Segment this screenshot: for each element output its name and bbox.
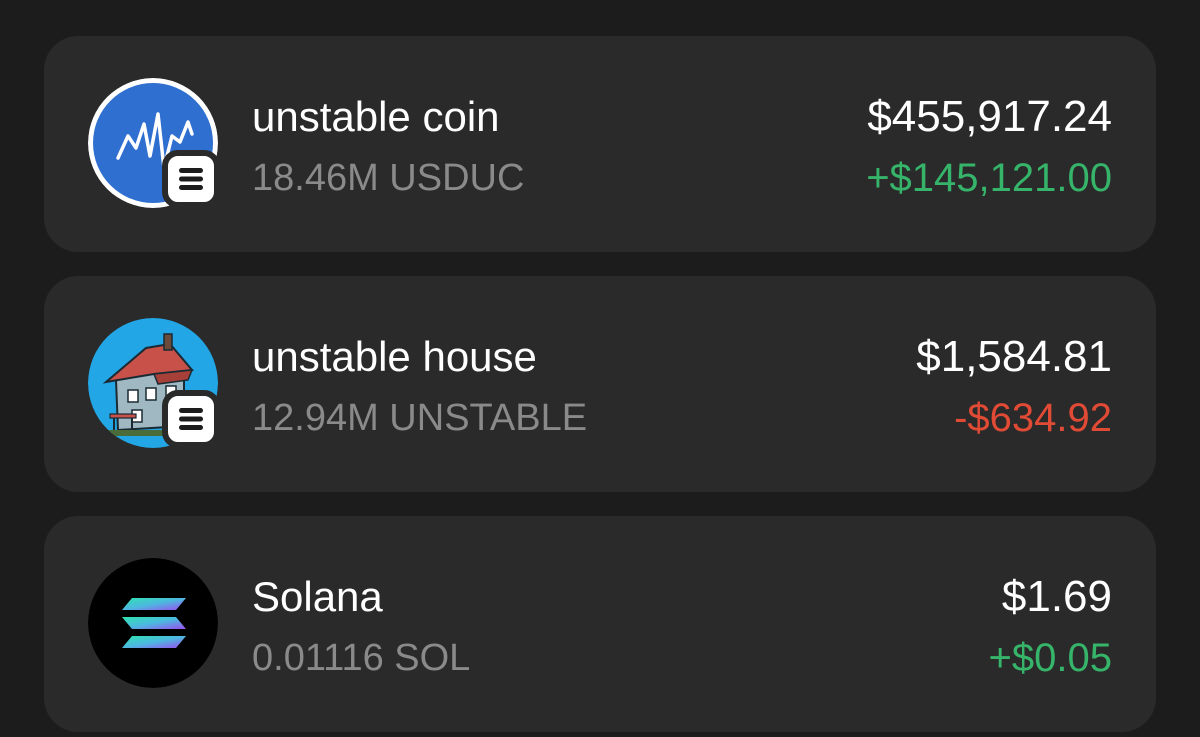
network-badge-icon — [162, 390, 220, 448]
token-balance: 12.94M UNSTABLE — [252, 397, 588, 439]
token-avatar — [88, 318, 220, 448]
token-name: unstable coin — [252, 93, 500, 140]
token-balance: 0.01116 SOL — [252, 637, 471, 679]
token-row-unstable-coin[interactable]: unstable coin 18.46M USDUC $455,917.24 +… — [44, 36, 1156, 252]
solana-logo-icon — [88, 558, 218, 688]
token-avatar — [88, 78, 220, 208]
token-name: unstable house — [252, 333, 537, 380]
token-avatar — [88, 558, 218, 688]
token-row-unstable-house[interactable]: unstable house 12.94M UNSTABLE $1,584.81… — [44, 276, 1156, 492]
token-name: Solana — [252, 573, 383, 620]
token-balance: 18.46M USDUC — [252, 157, 525, 199]
token-value: $1,584.81 — [916, 332, 1112, 381]
token-list: unstable coin 18.46M USDUC $455,917.24 +… — [0, 0, 1200, 737]
token-change: +$145,121.00 — [866, 156, 1112, 200]
token-change: -$634.92 — [954, 396, 1112, 440]
token-value: $1.69 — [1001, 572, 1112, 621]
token-value: $455,917.24 — [867, 92, 1112, 141]
token-change: +$0.05 — [988, 636, 1112, 680]
network-badge-icon — [162, 150, 220, 208]
token-row-solana[interactable]: Solana 0.01116 SOL $1.69 +$0.05 — [44, 516, 1156, 732]
